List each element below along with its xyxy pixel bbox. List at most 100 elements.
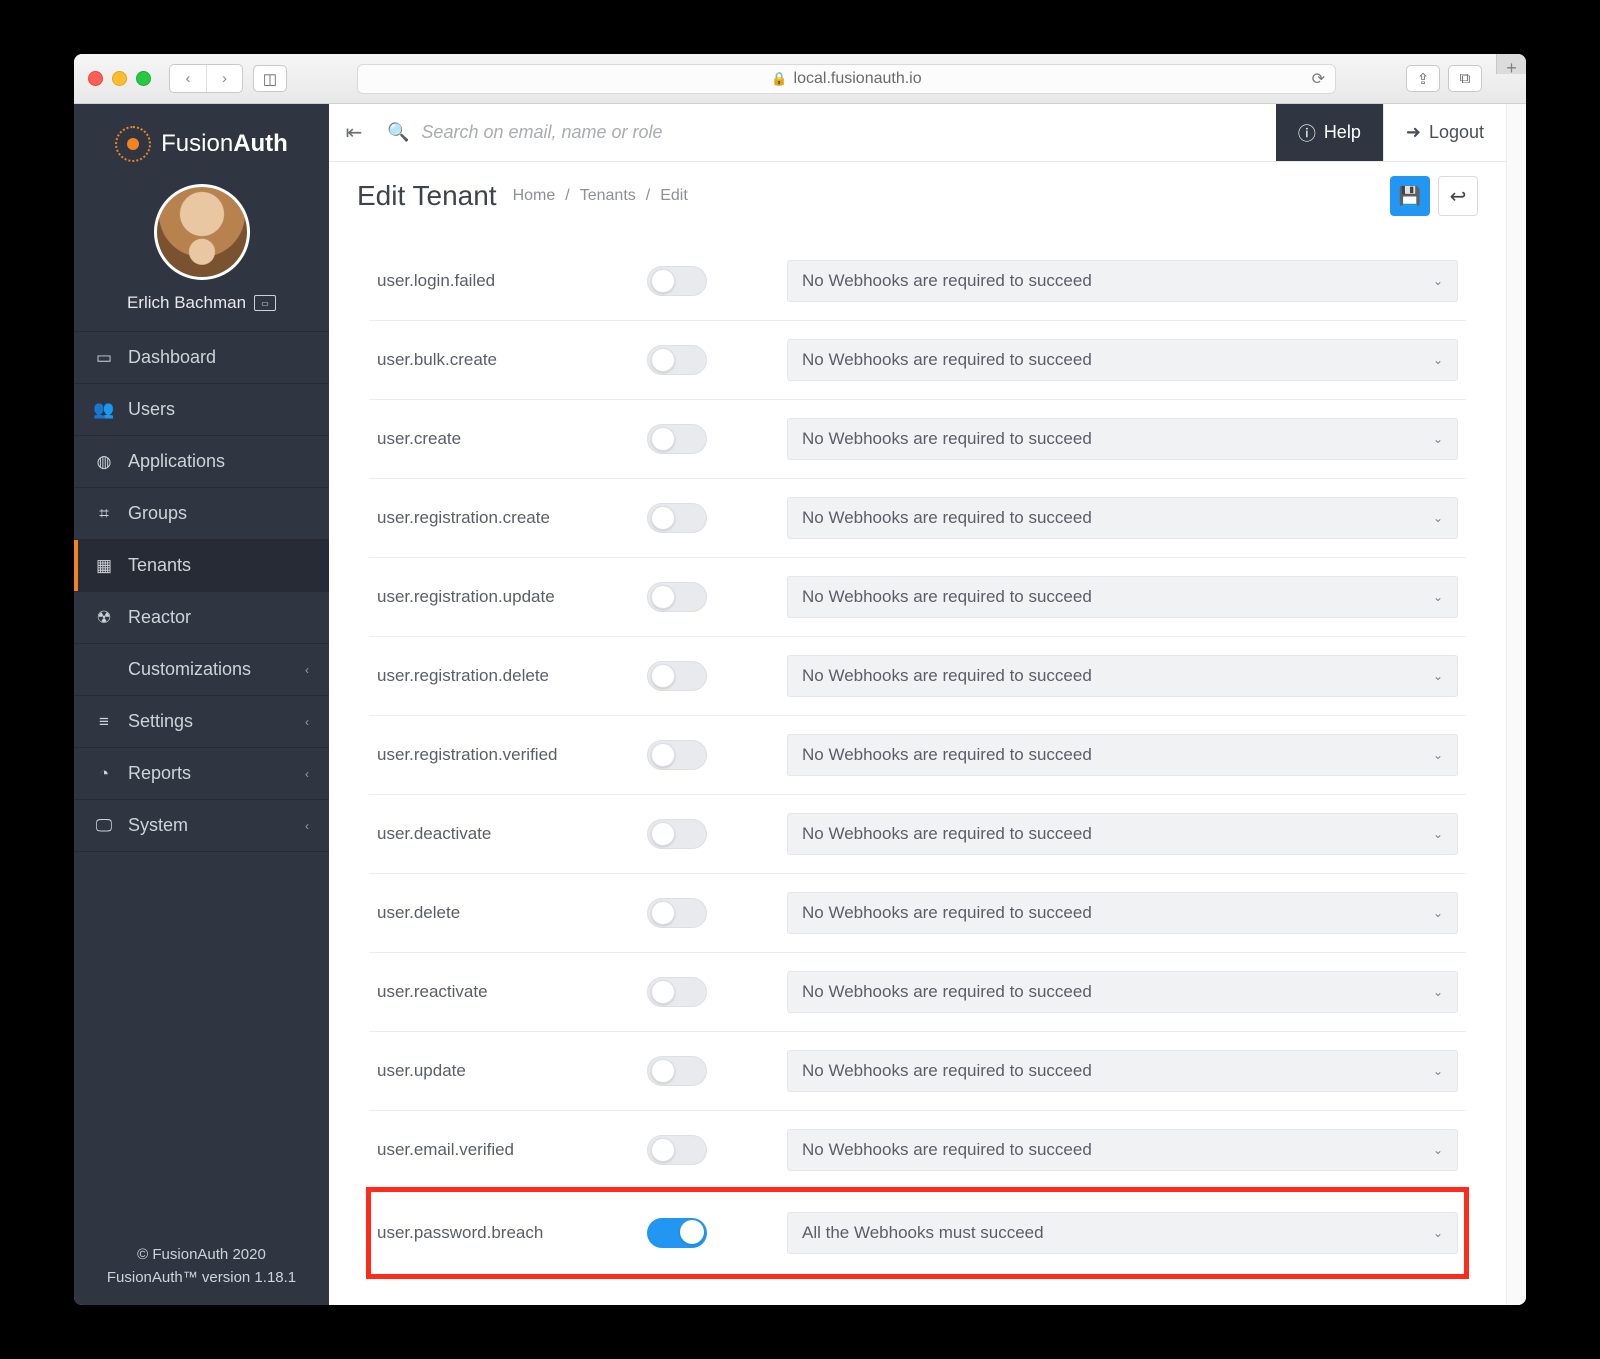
reactor-icon: ☢ (94, 608, 114, 628)
avatar[interactable] (154, 184, 250, 280)
close-window-icon[interactable] (88, 71, 103, 86)
new-tab-button[interactable]: + (1496, 54, 1526, 74)
search-input[interactable] (421, 122, 1275, 143)
share-button[interactable]: ⇪ (1406, 65, 1440, 92)
event-toggle[interactable] (647, 424, 707, 454)
event-toggle[interactable] (647, 1135, 707, 1165)
sidebar-item-dashboard[interactable]: ▭Dashboard (74, 332, 329, 384)
event-row: user.createNo Webhooks are required to s… (369, 400, 1466, 479)
help-button[interactable]: ⓘ Help (1276, 104, 1383, 161)
event-toggle[interactable] (647, 977, 707, 1007)
chevron-down-icon: ⌄ (1433, 985, 1443, 999)
forward-button[interactable]: › (206, 65, 242, 92)
transaction-select[interactable]: No Webhooks are required to succeed⌄ (787, 1129, 1458, 1171)
event-toggle[interactable] (647, 345, 707, 375)
event-toggle[interactable] (647, 266, 707, 296)
collapse-sidebar-button[interactable]: ⇤ (329, 120, 379, 145)
event-row: user.deactivateNo Webhooks are required … (369, 795, 1466, 874)
url-text: local.fusionauth.io (794, 70, 922, 88)
scrollbar[interactable] (1506, 104, 1526, 1305)
transaction-select[interactable]: No Webhooks are required to succeed⌄ (787, 1050, 1458, 1092)
username: Erlich Bachman ▭ (127, 293, 276, 313)
reload-icon[interactable]: ⟳ (1312, 69, 1325, 89)
transaction-select[interactable]: No Webhooks are required to succeed⌄ (787, 734, 1458, 776)
nav: ▭Dashboard👥Users◍Applications⌗Groups▦Ten… (74, 331, 329, 852)
event-name: user.delete (377, 903, 627, 923)
topbar: ⇤ 🔍 ⓘ Help ➜ Logout (329, 104, 1506, 162)
sidebar-item-system[interactable]: 🖵System‹ (74, 800, 329, 852)
event-row: user.email.verified No Webhooks are requi… (369, 1111, 1466, 1190)
sidebar-item-reactor[interactable]: ☢Reactor (74, 592, 329, 644)
brand: FusionAuth (74, 104, 329, 176)
sidebar-item-label: Groups (128, 503, 187, 524)
back-button[interactable]: ‹ (170, 65, 206, 92)
breadcrumb: Home/ Tenants/ Edit (513, 187, 688, 205)
event-toggle[interactable] (647, 819, 707, 849)
sidebar-toggle-button[interactable]: ◫ (253, 65, 287, 92)
transaction-select[interactable]: No Webhooks are required to succeed⌄ (787, 655, 1458, 697)
sidebar-item-label: Dashboard (128, 347, 216, 368)
transaction-select[interactable]: No Webhooks are required to succeed⌄ (787, 576, 1458, 618)
save-button[interactable]: 💾 (1390, 176, 1430, 216)
logout-button[interactable]: ➜ Logout (1383, 104, 1506, 161)
chevron-left-icon: ‹ (305, 663, 309, 677)
main: ⇤ 🔍 ⓘ Help ➜ Logout (329, 104, 1506, 1305)
search: 🔍 (379, 122, 1276, 143)
sidebar-item-groups[interactable]: ⌗Groups (74, 488, 329, 540)
event-toggle[interactable] (647, 661, 707, 691)
event-row: user.password.breachAll the Webhooks mus… (369, 1190, 1466, 1276)
transaction-select[interactable]: No Webhooks are required to succeed⌄ (787, 497, 1458, 539)
browser-chrome: ‹ › ◫ 🔒 local.fusionauth.io ⟳ ⇪ ⧉ + (74, 54, 1526, 104)
logout-label: Logout (1429, 122, 1484, 143)
chevron-down-icon: ⌄ (1433, 511, 1443, 525)
event-toggle[interactable] (647, 740, 707, 770)
event-name: user.reactivate (377, 982, 627, 1002)
undo-button[interactable]: ↩ (1438, 176, 1478, 216)
event-name: user.registration.create (377, 508, 627, 528)
sidebar-item-settings[interactable]: ≡Settings‹ (74, 696, 329, 748)
transaction-select[interactable]: No Webhooks are required to succeed⌄ (787, 260, 1458, 302)
event-toggle[interactable] (647, 582, 707, 612)
chevron-down-icon: ⌄ (1433, 748, 1443, 762)
brand-name: FusionAuth (161, 130, 288, 158)
event-toggle[interactable] (647, 1218, 707, 1248)
event-row: user.updateNo Webhooks are required to s… (369, 1032, 1466, 1111)
sidebar-item-users[interactable]: 👥Users (74, 384, 329, 436)
breadcrumb-home[interactable]: Home (513, 187, 556, 205)
event-name: user.email.verified (377, 1140, 627, 1160)
transaction-select[interactable]: No Webhooks are required to succeed⌄ (787, 971, 1458, 1013)
event-row: user.delete No Webhooks are required to s… (369, 874, 1466, 953)
system-icon: 🖵 (94, 816, 114, 836)
event-row: user.reactivate No Webhooks are required … (369, 953, 1466, 1032)
event-name: user.login.failed (377, 271, 627, 291)
select-value: All the Webhooks must succeed (802, 1223, 1044, 1243)
logout-icon: ➜ (1406, 122, 1421, 143)
event-row: user.registration.deleteNo Webhooks are … (369, 637, 1466, 716)
event-toggle[interactable] (647, 898, 707, 928)
sidebar-item-label: Applications (128, 451, 225, 472)
url-bar[interactable]: 🔒 local.fusionauth.io ⟳ (357, 64, 1336, 94)
event-toggle[interactable] (647, 503, 707, 533)
transaction-select[interactable]: No Webhooks are required to succeed⌄ (787, 339, 1458, 381)
breadcrumb-current: Edit (660, 187, 688, 205)
select-value: No Webhooks are required to succeed (802, 350, 1092, 370)
user-block: Erlich Bachman ▭ (74, 176, 329, 331)
minimize-window-icon[interactable] (112, 71, 127, 86)
transaction-select[interactable]: No Webhooks are required to succeed⌄ (787, 892, 1458, 934)
chevron-down-icon: ⌄ (1433, 432, 1443, 446)
sidebar: FusionAuth Erlich Bachman ▭ ▭Dashboard👥U… (74, 104, 329, 1305)
sidebar-item-applications[interactable]: ◍Applications (74, 436, 329, 488)
sidebar-item-reports[interactable]: ◔Reports‹ (74, 748, 329, 800)
sidebar-item-tenants[interactable]: ▦Tenants (74, 540, 329, 592)
sidebar-item-customizations[interactable]: Customizations‹ (74, 644, 329, 696)
maximize-window-icon[interactable] (136, 71, 151, 86)
transaction-select[interactable]: All the Webhooks must succeed⌄ (787, 1212, 1458, 1254)
transaction-select[interactable]: No Webhooks are required to succeed⌄ (787, 418, 1458, 460)
breadcrumb-tenants[interactable]: Tenants (580, 187, 636, 205)
select-value: No Webhooks are required to succeed (802, 666, 1092, 686)
undo-icon: ↩ (1450, 184, 1467, 209)
event-toggle[interactable] (647, 1056, 707, 1086)
tabs-button[interactable]: ⧉ (1448, 65, 1482, 92)
transaction-select[interactable]: No Webhooks are required to succeed⌄ (787, 813, 1458, 855)
sidebar-item-label: Reports (128, 763, 191, 784)
